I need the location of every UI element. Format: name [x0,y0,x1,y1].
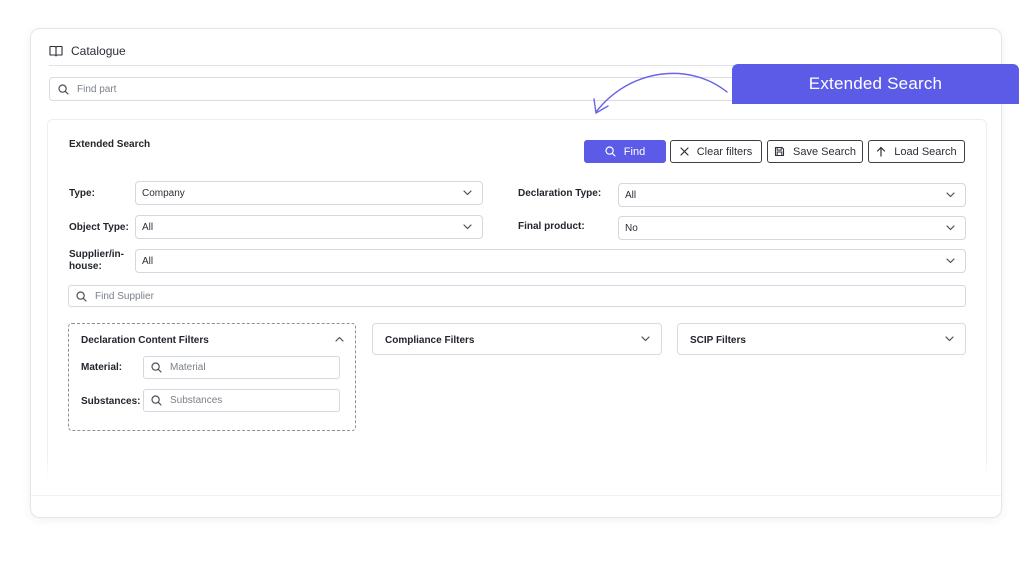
object-type-label: Object Type: [69,222,129,233]
load-search-button[interactable]: Load Search [868,140,965,163]
bottom-fade [31,457,1001,517]
arrow-up-icon [876,146,886,157]
final-product-value: No [625,222,638,234]
catalogue-header: Catalogue [49,42,126,60]
chevron-up-icon[interactable] [335,336,344,342]
find-supplier-input[interactable]: Find Supplier [68,285,966,307]
search-icon [151,362,162,373]
find-supplier-placeholder: Find Supplier [95,290,154,302]
compliance-filters-title: Compliance Filters [385,335,475,346]
compliance-filters[interactable]: Compliance Filters [372,323,662,355]
search-icon [76,290,87,302]
chevron-down-icon [641,336,650,342]
bottom-divider [31,495,1001,496]
substances-input[interactable]: Substances [143,389,340,412]
chevron-down-icon [946,258,955,264]
callout-label: Extended Search [808,74,943,93]
declaration-content-filters[interactable]: Declaration Content Filters Material: Ma… [68,323,356,431]
scip-filters[interactable]: SCIP Filters [677,323,966,355]
chevron-down-icon [946,192,955,198]
object-type-value: All [142,221,154,233]
save-search-button[interactable]: Save Search [767,140,863,163]
declaration-content-filters-title: Declaration Content Filters [81,335,209,346]
declaration-type-value: All [625,189,637,201]
clear-filters-button[interactable]: Clear filters [670,140,762,163]
substances-label: Substances: [81,396,141,407]
type-label: Type: [69,188,95,199]
declaration-type-label: Declaration Type: [518,188,602,199]
save-icon [774,146,785,157]
supplier-inhouse-value: All [142,255,154,267]
find-part-placeholder: Find part [77,83,117,95]
search-icon [605,146,616,157]
type-select[interactable]: Company [135,181,483,205]
final-product-select[interactable]: No [618,216,966,240]
declaration-type-select[interactable]: All [618,183,966,207]
clear-filters-label: Clear filters [696,145,753,158]
search-icon [151,395,162,406]
material-input[interactable]: Material [143,356,340,379]
final-product-label: Final product: [518,221,585,232]
search-icon [58,83,69,95]
extended-search-title: Extended Search [69,139,151,150]
catalogue-title: Catalogue [71,44,126,58]
supplier-inhouse-select[interactable]: All [135,249,966,273]
chevron-down-icon [945,336,954,342]
find-button[interactable]: Find [584,140,666,163]
material-label: Material: [81,362,123,373]
chevron-down-icon [946,225,955,231]
supplier-inhouse-label: Supplier/in-house: [69,249,124,272]
find-part-input[interactable]: Find part [49,77,769,101]
chevron-down-icon [463,190,472,196]
close-icon [680,147,689,156]
substances-placeholder: Substances [170,395,223,406]
load-search-label: Load Search [894,145,957,158]
chevron-down-icon [463,224,472,230]
object-type-select[interactable]: All [135,215,483,239]
save-search-label: Save Search [793,145,856,158]
extended-search-panel: Extended Search Find Clear filters Save … [47,119,987,499]
book-icon [49,45,63,57]
type-value: Company [142,187,185,199]
find-button-label: Find [623,145,646,158]
extended-search-callout: Extended Search [732,64,1019,104]
scip-filters-title: SCIP Filters [690,335,746,346]
material-placeholder: Material [170,362,206,373]
